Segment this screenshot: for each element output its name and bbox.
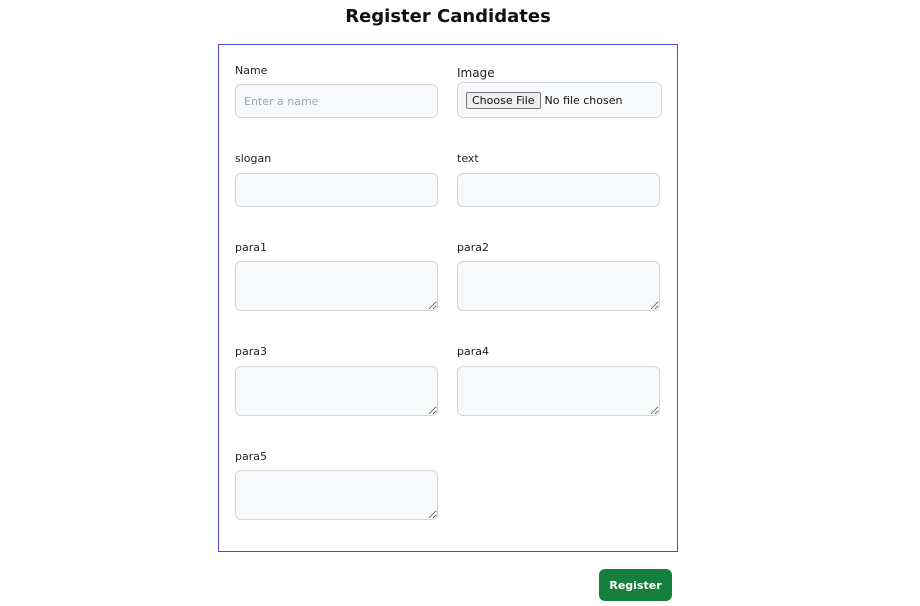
choose-file-button[interactable]: Choose File [466, 91, 541, 109]
para3-textarea[interactable] [235, 366, 438, 416]
text-label: text [457, 152, 479, 165]
page-title: Register Candidates [345, 6, 551, 27]
register-form: Name Image Choose File No file chosen sl… [218, 44, 678, 552]
para1-textarea[interactable] [235, 261, 438, 311]
image-file-input[interactable]: Choose File No file chosen [457, 82, 662, 118]
para2-label: para2 [457, 241, 489, 254]
para5-textarea[interactable] [235, 470, 438, 520]
text-input[interactable] [457, 173, 660, 207]
para3-label: para3 [235, 345, 267, 358]
file-status: No file chosen [544, 93, 623, 107]
name-input[interactable] [235, 84, 438, 118]
para4-textarea[interactable] [457, 366, 660, 416]
para5-label: para5 [235, 450, 267, 463]
name-label: Name [235, 64, 268, 77]
image-label: Image [457, 66, 495, 80]
para4-label: para4 [457, 345, 489, 358]
register-button[interactable]: Register [599, 569, 672, 601]
slogan-label: slogan [235, 152, 272, 165]
para2-textarea[interactable] [457, 261, 660, 311]
para1-label: para1 [235, 241, 267, 254]
slogan-input[interactable] [235, 173, 438, 207]
